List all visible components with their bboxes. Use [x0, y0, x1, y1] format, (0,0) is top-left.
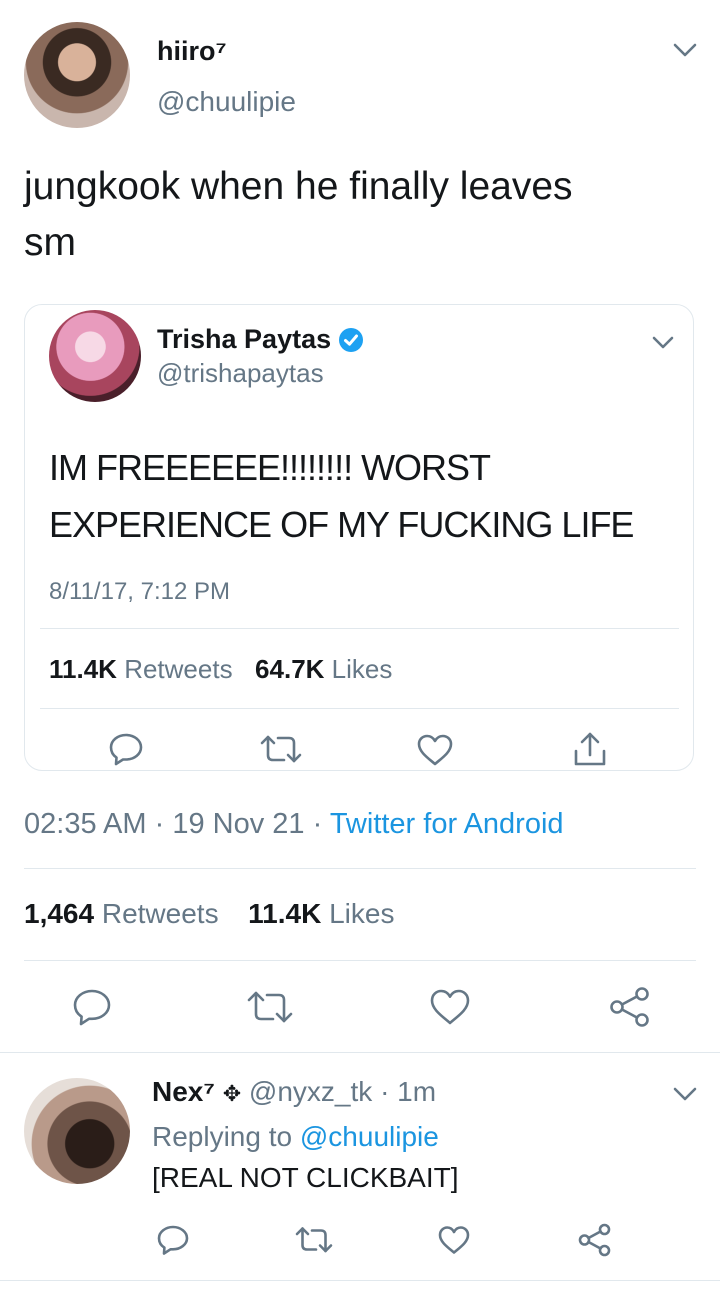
reply-header: Nex⁷ ✥ @nyxz_tk · 1m: [152, 1076, 436, 1108]
reply-author-avatar[interactable]: [24, 1078, 130, 1184]
reply-chevron-down-icon[interactable]: [671, 1084, 699, 1104]
quoted-retweets-label[interactable]: Retweets: [124, 654, 232, 684]
tweet-client-link[interactable]: Twitter for Android: [330, 808, 564, 840]
quoted-chevron-down-icon[interactable]: [651, 335, 675, 351]
meta-separator: ·: [154, 808, 165, 840]
like-icon[interactable]: [429, 988, 471, 1026]
reply-time-ago[interactable]: 1m: [397, 1076, 436, 1107]
chevron-down-icon[interactable]: [671, 40, 699, 60]
quoted-likes-count: 64.7K: [255, 654, 325, 684]
quoted-divider-bottom: [40, 708, 679, 709]
reply-like-icon[interactable]: [437, 1225, 471, 1255]
quoted-author-handle[interactable]: @trishapaytas: [157, 358, 324, 389]
quoted-divider-top: [40, 628, 679, 629]
reply-author-name[interactable]: Nex⁷: [152, 1076, 215, 1107]
author-name[interactable]: hiiro⁷: [157, 36, 227, 67]
quoted-likes-label[interactable]: Likes: [332, 654, 393, 684]
retweet-icon[interactable]: [245, 990, 295, 1024]
quoted-author-avatar[interactable]: [49, 310, 141, 402]
quoted-retweets-count: 11.4K: [49, 654, 117, 684]
author-handle[interactable]: @chuulipie: [157, 86, 296, 118]
reply-share-icon[interactable]: [577, 1223, 613, 1257]
replying-to: Replying to @chuulipie: [152, 1121, 439, 1153]
quoted-reply-icon[interactable]: [108, 732, 144, 766]
reply-retweet-icon[interactable]: [294, 1226, 334, 1254]
quoted-share-icon[interactable]: [572, 730, 608, 768]
replying-to-handle[interactable]: @chuulipie: [300, 1121, 439, 1152]
verified-badge-icon: [339, 328, 363, 352]
likes-count: 11.4K: [248, 898, 322, 929]
tweet-text-line1: jungkook when he finally leaves: [24, 165, 573, 208]
quoted-text-line1: IM FREEEEEE!!!!!!!! WORST: [49, 447, 491, 488]
reply-separator: ·: [380, 1076, 390, 1107]
tweet-text-line2: sm: [24, 221, 76, 264]
sparkle-emoji-icon: ✥: [222, 1081, 242, 1106]
reply-reply-icon[interactable]: [156, 1224, 190, 1256]
meta-separator: ·: [312, 808, 323, 840]
divider-meta: [24, 868, 696, 869]
likes-label[interactable]: Likes: [329, 898, 394, 929]
replying-to-label: Replying to: [152, 1121, 293, 1152]
divider-stats: [24, 960, 696, 961]
quoted-retweet-icon[interactable]: [258, 734, 304, 764]
author-avatar[interactable]: [24, 22, 130, 128]
quoted-text-line2: EXPERIENCE OF MY FUCKING LIFE: [49, 504, 634, 545]
divider-bottom: [0, 1280, 720, 1281]
reply-text: [REAL NOT CLICKBAIT]: [152, 1162, 459, 1193]
tweet-meta: 02:35 AM · 19 Nov 21 · Twitter for Andro…: [24, 808, 564, 841]
quoted-stats: 11.4K Retweets 64.7K Likes: [49, 654, 392, 685]
divider-actions: [0, 1052, 720, 1053]
retweets-label[interactable]: Retweets: [102, 898, 219, 929]
retweets-count: 1,464: [24, 898, 95, 929]
quoted-author-name[interactable]: Trisha Paytas: [157, 324, 331, 355]
quoted-timestamp[interactable]: 8/11/17, 7:12 PM: [49, 578, 230, 606]
tweet-time: 02:35 AM: [24, 808, 147, 840]
share-icon[interactable]: [608, 986, 652, 1028]
quoted-like-icon[interactable]: [416, 733, 454, 767]
tweet-date: 19 Nov 21: [172, 808, 305, 840]
tweet-stats: 1,464 Retweets 11.4K Likes: [24, 898, 394, 930]
reply-author-handle[interactable]: @nyxz_tk: [249, 1076, 372, 1107]
reply-icon[interactable]: [72, 988, 112, 1026]
